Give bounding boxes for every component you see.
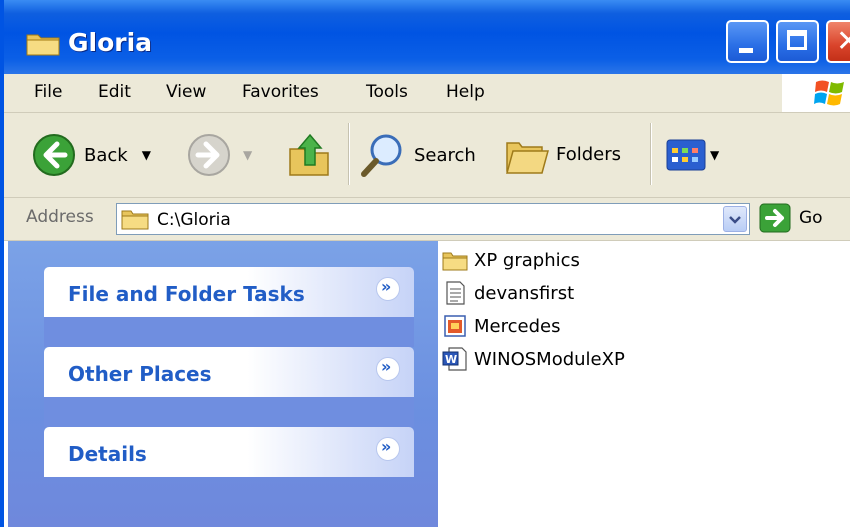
menu-favorites[interactable]: Favorites bbox=[242, 82, 319, 102]
forward-button[interactable]: ▼ bbox=[187, 133, 252, 177]
folders-icon bbox=[506, 142, 549, 174]
go-button[interactable]: Go bbox=[759, 203, 823, 233]
address-dropdown-button[interactable] bbox=[723, 206, 747, 232]
task-group-title: File and Folder Tasks bbox=[68, 282, 305, 306]
chevron-down-icon: » bbox=[381, 277, 392, 296]
task-group-title: Details bbox=[68, 442, 147, 466]
task-group-details[interactable]: Details » bbox=[44, 427, 414, 477]
file-list: XP graphics devansfirst Mercedes W WINOS… bbox=[438, 241, 850, 527]
file-name: devansfirst bbox=[474, 282, 575, 304]
close-button[interactable]: ✕ bbox=[826, 20, 850, 63]
menu-tools[interactable]: Tools bbox=[366, 82, 408, 102]
menu-edit[interactable]: Edit bbox=[98, 82, 131, 102]
close-icon: ✕ bbox=[836, 24, 850, 59]
menu-help[interactable]: Help bbox=[446, 82, 485, 102]
task-group-other-places[interactable]: Other Places » bbox=[44, 347, 414, 397]
up-folder-icon bbox=[289, 133, 329, 176]
address-input[interactable]: C:\Gloria bbox=[116, 203, 750, 235]
expand-button[interactable]: » bbox=[376, 357, 400, 381]
task-group-title: Other Places bbox=[68, 362, 212, 386]
toolbar-separator bbox=[650, 123, 651, 185]
search-button[interactable]: Search bbox=[358, 131, 476, 179]
search-icon bbox=[361, 134, 402, 177]
menu-file[interactable]: File bbox=[34, 82, 62, 102]
forward-arrow-icon bbox=[188, 134, 230, 176]
address-bar: Address C:\Gloria Go bbox=[4, 198, 850, 241]
go-arrow-icon bbox=[759, 203, 791, 233]
file-name: Mercedes bbox=[474, 315, 561, 337]
folder-icon bbox=[442, 252, 468, 271]
task-pane: File and Folder Tasks » Other Places » D… bbox=[8, 241, 438, 527]
chevron-down-icon: » bbox=[381, 437, 392, 456]
menu-view[interactable]: View bbox=[166, 82, 206, 102]
title-bar[interactable]: Gloria ✕ bbox=[4, 0, 850, 74]
address-label: Address bbox=[26, 207, 94, 227]
file-name: XP graphics bbox=[474, 249, 580, 271]
up-button[interactable] bbox=[286, 131, 334, 179]
views-dropdown-icon[interactable]: ▼ bbox=[710, 148, 719, 162]
back-dropdown-icon[interactable]: ▼ bbox=[142, 148, 151, 162]
windows-logo-icon bbox=[814, 80, 844, 106]
list-item[interactable]: Mercedes bbox=[442, 311, 560, 341]
address-value: C:\Gloria bbox=[157, 210, 231, 230]
maximize-icon bbox=[787, 30, 807, 50]
word-document-icon: W bbox=[442, 347, 467, 371]
standard-toolbar: Back ▼ ▼ Search Folders ▼ bbox=[4, 113, 850, 198]
toolbar-separator bbox=[348, 123, 349, 185]
task-group-file-and-folder-tasks[interactable]: File and Folder Tasks » bbox=[44, 267, 414, 317]
maximize-button[interactable] bbox=[776, 20, 819, 63]
file-name: WINOSModuleXP bbox=[474, 348, 625, 370]
expand-button[interactable]: » bbox=[376, 277, 400, 301]
back-arrow-icon bbox=[33, 134, 75, 176]
views-icon bbox=[666, 139, 706, 171]
task-group-body bbox=[44, 317, 414, 347]
back-button[interactable]: Back ▼ bbox=[32, 133, 151, 177]
menu-bar: File Edit View Favorites Tools Help bbox=[4, 74, 850, 113]
svg-text:W: W bbox=[445, 353, 457, 366]
expand-button[interactable]: » bbox=[376, 437, 400, 461]
list-item[interactable]: devansfirst bbox=[442, 278, 574, 308]
folders-button[interactable]: Folders bbox=[504, 131, 621, 177]
views-button[interactable]: ▼ bbox=[666, 139, 719, 171]
back-label: Back bbox=[84, 144, 128, 166]
image-file-icon bbox=[444, 315, 466, 337]
chevron-down-icon bbox=[729, 216, 741, 224]
forward-dropdown-icon: ▼ bbox=[243, 148, 253, 162]
list-item[interactable]: XP graphics bbox=[442, 245, 580, 275]
folder-icon bbox=[26, 34, 60, 56]
search-label: Search bbox=[414, 144, 476, 166]
go-label: Go bbox=[799, 208, 823, 228]
chevron-down-icon: » bbox=[381, 357, 392, 376]
explorer-window: Gloria ✕ File Edit View Favorites Tools … bbox=[0, 0, 850, 527]
list-item[interactable]: W WINOSModuleXP bbox=[442, 344, 625, 374]
folders-label: Folders bbox=[556, 143, 622, 165]
task-group-body bbox=[44, 397, 414, 427]
text-document-icon bbox=[446, 281, 465, 305]
window-title: Gloria bbox=[68, 28, 153, 57]
folder-icon bbox=[121, 210, 149, 230]
minimize-icon bbox=[739, 48, 753, 53]
minimize-button[interactable] bbox=[726, 20, 769, 63]
